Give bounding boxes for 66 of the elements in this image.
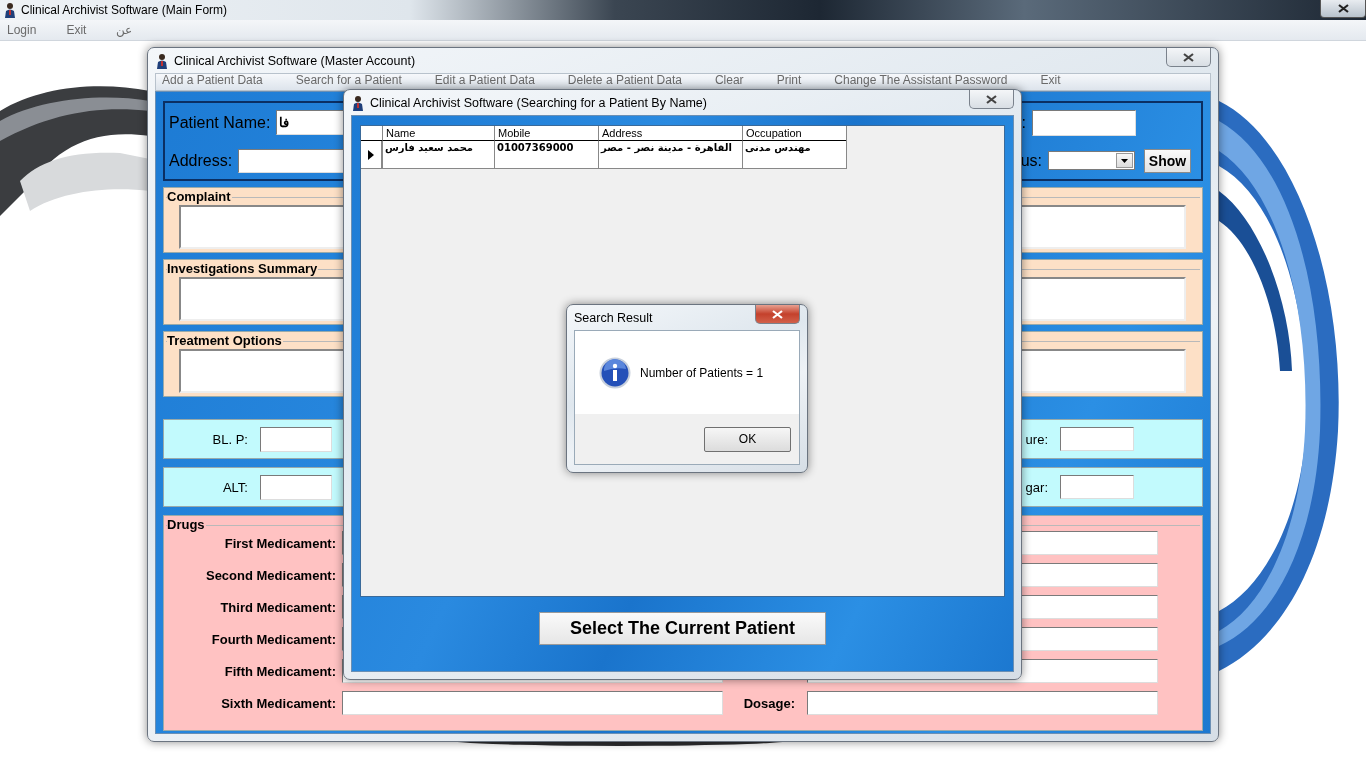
table-cell: محمد سعيد فارس (382, 141, 494, 168)
section-title: Drugs (167, 517, 206, 532)
close-icon (1183, 52, 1194, 62)
input-field[interactable] (1060, 475, 1134, 499)
table-cell: 01007369000 (494, 141, 598, 168)
field-label: Second Medicament: (204, 567, 336, 583)
field-label: BL. P: (211, 431, 248, 447)
input-field[interactable] (1032, 109, 1136, 136)
menu-item[interactable]: Change The Assistant Password (834, 74, 1008, 87)
column-header: Occupation (742, 126, 846, 141)
message-text: Number of Patients = 1 (640, 365, 764, 380)
close-button[interactable] (1166, 48, 1211, 67)
field-label: ALT: (221, 479, 248, 495)
section-title: Treatment Options (167, 333, 283, 348)
column-header: Mobile (494, 126, 598, 141)
close-button[interactable] (969, 90, 1014, 109)
menu-item[interactable]: عن (116, 23, 133, 37)
section-title: Investigations Summary (167, 261, 319, 276)
input-field[interactable] (260, 474, 332, 500)
menu-item[interactable]: Edit a Patient Data (434, 74, 535, 87)
field-label: Dosage: (742, 695, 796, 711)
input-field[interactable] (260, 426, 332, 452)
window-title: Search Result (574, 310, 653, 325)
column-header: Address (598, 126, 742, 141)
field-label: Fourth Medicament: (210, 631, 336, 647)
field-label: : (1021, 113, 1026, 132)
column-header: Name (382, 126, 494, 141)
field-label: ure: (1024, 431, 1048, 447)
close-button[interactable] (1320, 0, 1366, 18)
table-cell: مهندس مدنى (742, 141, 846, 168)
close-icon (986, 94, 997, 104)
field-label: gar: (1024, 479, 1048, 495)
table-cell: القاهرة - مدينة نصر - مصر (598, 141, 742, 168)
section-title: Complaint (167, 189, 232, 204)
menu-item[interactable]: Exit (1040, 74, 1061, 87)
person-icon (3, 2, 17, 18)
person-icon (155, 52, 169, 69)
field-label: Address: (169, 151, 233, 170)
info-icon (599, 356, 631, 389)
menu-item[interactable]: Add a Patient Data (162, 74, 263, 87)
field-label: Fifth Medicament: (223, 663, 336, 679)
window-title: Clinical Archivist Software (Master Account) (174, 53, 416, 68)
field-label: us: (1020, 151, 1042, 170)
input-field[interactable] (342, 691, 723, 715)
menu-item[interactable]: Print (776, 74, 802, 87)
menu-item[interactable]: Clear (714, 74, 744, 87)
menu-item[interactable]: Exit (66, 23, 87, 37)
close-icon (1337, 4, 1349, 13)
menu-item[interactable]: Search for a Patient (295, 74, 402, 87)
field-label: Third Medicament: (219, 599, 336, 615)
close-icon (772, 309, 783, 319)
field-label: Patient Name: (169, 113, 271, 132)
menu-item[interactable]: Login (7, 23, 37, 37)
field-label: Sixth Medicament: (220, 695, 336, 711)
show-button[interactable]: Show (1144, 148, 1191, 173)
person-icon (351, 94, 365, 111)
dropdown[interactable] (1048, 151, 1135, 170)
ok-button[interactable]: OK (704, 426, 791, 452)
caret-icon (1121, 158, 1128, 163)
window-title: Clinical Archivist Software (Main Form) (21, 3, 228, 17)
field-label: First Medicament: (223, 535, 336, 551)
select-button[interactable]: Select The Current Patient (539, 612, 826, 645)
input-field[interactable] (807, 691, 1158, 715)
window-title: Clinical Archivist Software (Searching for a Patient By Name) (370, 95, 707, 110)
input-field[interactable] (1060, 427, 1134, 451)
menu-item[interactable]: Delete a Patient Data (567, 74, 682, 87)
